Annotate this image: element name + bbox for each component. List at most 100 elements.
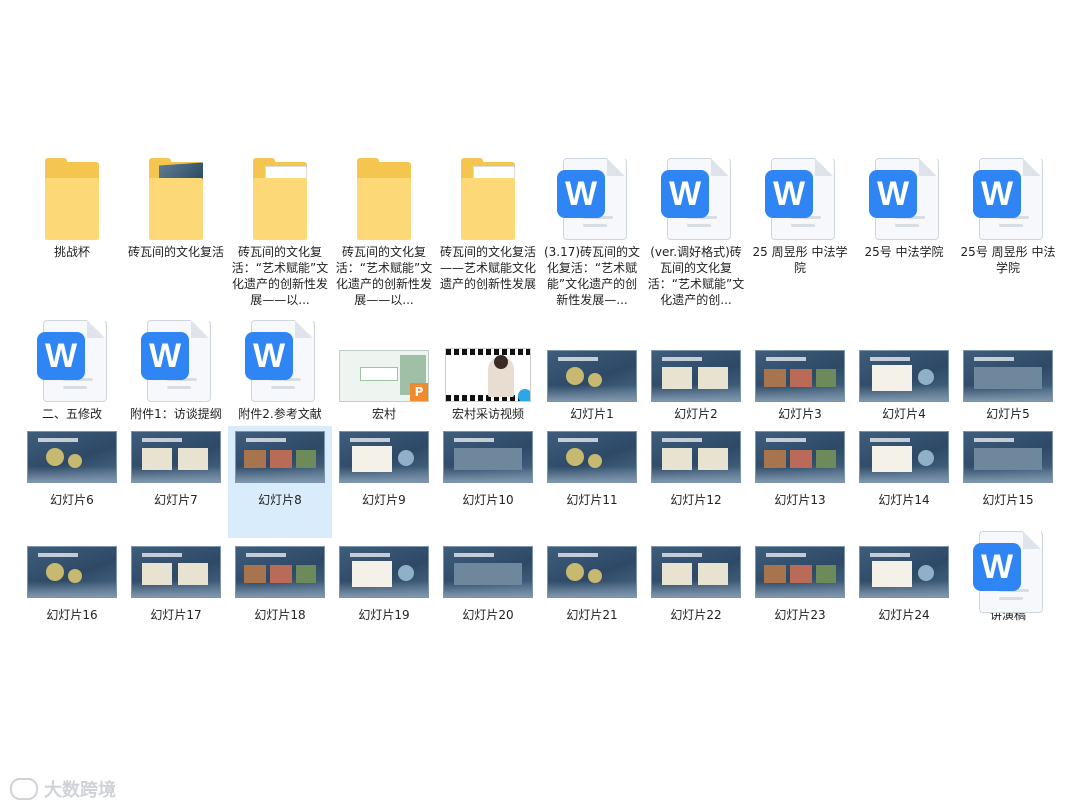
file-icon-wrap: P (339, 312, 429, 402)
file-item[interactable]: W 讲演稿 (956, 531, 1060, 653)
slide-thumbnail (547, 431, 637, 483)
folder-icon (253, 158, 307, 240)
file-label: 幻灯片14 (878, 493, 930, 507)
file-icon-wrap (755, 312, 845, 402)
slide-thumbnail (547, 546, 637, 598)
file-icon-wrap (963, 312, 1053, 402)
file-item[interactable]: 砖瓦间的文化复活——艺术赋能文化遗产的创新性发展 (436, 150, 540, 310)
wps-writer-doc-icon: W (245, 320, 315, 402)
watermark-text: 大数跨境 (44, 780, 116, 801)
slide-thumbnail (963, 431, 1053, 483)
file-label: 幻灯片22 (670, 608, 722, 622)
file-item[interactable]: 砖瓦间的文化复活 (124, 150, 228, 310)
file-icon-wrap (547, 312, 637, 402)
slide-thumbnail (859, 350, 949, 402)
file-icon-wrap (131, 150, 221, 240)
file-item[interactable]: W 25号 周昱彤 中法学院 (956, 150, 1060, 310)
file-icon-wrap: W (131, 312, 221, 402)
file-label: 幻灯片8 (258, 493, 302, 507)
file-item[interactable]: 幻灯片18 (228, 541, 332, 653)
slide-thumbnail (859, 431, 949, 483)
file-icon-wrap: W (27, 312, 117, 402)
file-icon-wrap (235, 426, 325, 488)
file-label: 幻灯片20 (462, 608, 514, 622)
file-label: 砖瓦间的文化复活：“艺术赋能”文化遗产的创新性发展——以... (335, 245, 433, 307)
file-label: 幻灯片17 (150, 608, 202, 622)
file-icon-wrap: W (651, 150, 741, 240)
wps-writer-doc-icon: W (661, 158, 731, 240)
slide-thumbnail (443, 546, 533, 598)
file-item[interactable]: 幻灯片16 (20, 541, 124, 653)
file-item[interactable]: W 25 周昱彤 中法学院 (748, 150, 852, 310)
file-label: 附件1：访谈提纲 (130, 407, 222, 421)
file-item[interactable]: 幻灯片14 (852, 426, 956, 538)
wps-writer-doc-icon: W (973, 531, 1043, 613)
file-item[interactable]: 幻灯片12 (644, 426, 748, 538)
file-icon-wrap (651, 426, 741, 488)
file-label: 幻灯片9 (362, 493, 406, 507)
video-thumbnail (445, 348, 531, 402)
file-item[interactable]: 幻灯片8 (228, 426, 332, 538)
file-item[interactable]: W (ver.调好格式)砖瓦间的文化复活：“艺术赋能”文化遗产的创... (644, 150, 748, 310)
file-item[interactable]: 砖瓦间的文化复活：“艺术赋能”文化遗产的创新性发展——以... (332, 150, 436, 310)
file-icon-wrap (339, 150, 429, 240)
file-label: 幻灯片18 (254, 608, 306, 622)
file-item[interactable]: 幻灯片22 (644, 541, 748, 653)
file-item[interactable]: 幻灯片9 (332, 426, 436, 538)
slide-thumbnail (339, 546, 429, 598)
file-icon-wrap (27, 426, 117, 488)
file-icon-wrap (651, 541, 741, 603)
slide-thumbnail (27, 431, 117, 483)
file-label: 25号 中法学院 (864, 245, 944, 259)
slide-thumbnail (547, 350, 637, 402)
slide-thumbnail (131, 546, 221, 598)
file-icon-wrap (443, 150, 533, 240)
file-item[interactable]: 幻灯片13 (748, 426, 852, 538)
file-icon-wrap (27, 150, 117, 240)
file-item[interactable]: 幻灯片19 (332, 541, 436, 653)
file-icon-wrap (235, 541, 325, 603)
file-icon-wrap (443, 541, 533, 603)
file-item[interactable]: 幻灯片21 (540, 541, 644, 653)
file-icon-wrap (235, 150, 325, 240)
file-item[interactable]: 幻灯片17 (124, 541, 228, 653)
folder-icon (461, 158, 515, 240)
file-icon-wrap (27, 541, 117, 603)
file-item[interactable]: 幻灯片23 (748, 541, 852, 653)
slide-thumbnail (235, 431, 325, 483)
file-label: 幻灯片21 (566, 608, 618, 622)
file-item[interactable]: 幻灯片6 (20, 426, 124, 538)
file-label: 幻灯片2 (674, 407, 718, 421)
file-label: 25号 周昱彤 中法学院 (960, 245, 1056, 275)
file-icon-wrap (443, 426, 533, 488)
file-icon-wrap (339, 426, 429, 488)
file-item[interactable]: 幻灯片15 (956, 426, 1060, 538)
slide-thumbnail (235, 546, 325, 598)
slide-thumbnail (131, 431, 221, 483)
file-label: (3.17)砖瓦间的文化复活：“艺术赋能”文化遗产的创新性发展—... (543, 245, 641, 307)
file-item[interactable]: W (3.17)砖瓦间的文化复活：“艺术赋能”文化遗产的创新性发展—... (540, 150, 644, 310)
file-item[interactable]: W 25号 中法学院 (852, 150, 956, 310)
play-badge-icon (518, 389, 530, 401)
file-item[interactable]: 幻灯片7 (124, 426, 228, 538)
wps-writer-doc-icon: W (973, 158, 1043, 240)
file-item[interactable]: 幻灯片10 (436, 426, 540, 538)
file-icon-wrap: W (235, 312, 325, 402)
logo-icon (10, 778, 38, 800)
file-label: 幻灯片15 (982, 493, 1034, 507)
file-label: 挑战杯 (53, 245, 90, 259)
file-icon-wrap (339, 541, 429, 603)
file-item[interactable]: 砖瓦间的文化复活：“艺术赋能”文化遗产的创新性发展——以... (228, 150, 332, 310)
file-item[interactable]: 幻灯片11 (540, 426, 644, 538)
folder-icon (149, 158, 203, 240)
file-label: 宏村 (371, 407, 396, 421)
file-label: 幻灯片1 (570, 407, 614, 421)
file-item[interactable]: 幻灯片20 (436, 541, 540, 653)
slide-thumbnail (963, 350, 1053, 402)
file-item[interactable]: 挑战杯 (20, 150, 124, 310)
file-icon-wrap (131, 541, 221, 603)
file-label: 砖瓦间的文化复活：“艺术赋能”文化遗产的创新性发展——以... (231, 245, 329, 307)
wps-writer-doc-icon: W (557, 158, 627, 240)
file-icon-wrap (755, 426, 845, 488)
file-item[interactable]: 幻灯片24 (852, 541, 956, 653)
